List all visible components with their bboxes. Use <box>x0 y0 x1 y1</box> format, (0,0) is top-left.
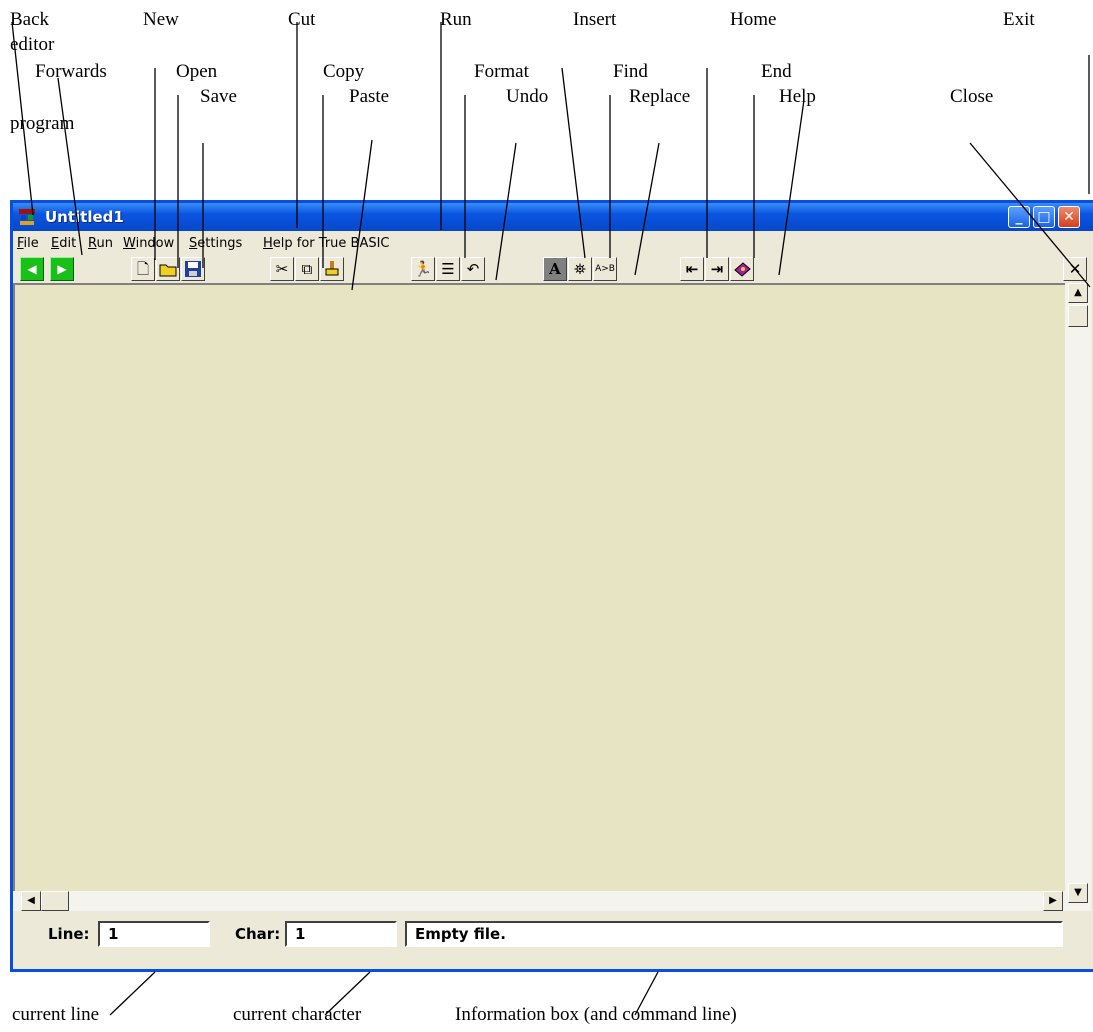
scroll-left-button[interactable]: ◀ <box>21 891 41 911</box>
new-file-icon: 🗋 <box>136 260 150 278</box>
annotation-program: program <box>10 113 75 134</box>
insert-letter-icon: A <box>549 260 561 278</box>
arrow-right-icon: ▶ <box>1049 895 1057 906</box>
close-x-icon: ✕ <box>1063 209 1075 225</box>
toolbar: ◀ ▶ 🗋 ✂ ⧉ 🏃 ☰ ↶ A ⛯ A>B ⇤ ⇥ ✕ <box>13 256 1093 282</box>
arrow-left-icon: ◀ <box>27 895 35 906</box>
back-icon: ◀ <box>27 262 37 276</box>
undo-button[interactable]: ↶ <box>461 257 485 281</box>
true-basic-app-icon <box>19 209 35 225</box>
menu-file[interactable]: File <box>17 236 39 251</box>
open-button[interactable] <box>156 257 180 281</box>
information-box[interactable]: Empty file. <box>405 921 1063 947</box>
annotation-cut: Cut <box>288 9 316 30</box>
annotation-insert: Insert <box>573 9 617 30</box>
close-document-button[interactable]: ✕ <box>1063 257 1087 281</box>
format-lines-icon: ☰ <box>441 260 455 278</box>
menu-help[interactable]: Help for True BASIC <box>263 236 390 251</box>
exit-button[interactable]: ✕ <box>1058 206 1080 228</box>
menu-run[interactable]: Run <box>88 236 113 251</box>
annotation-close: Close <box>950 86 994 107</box>
menu-window[interactable]: Window <box>123 236 174 251</box>
replace-button[interactable]: A>B <box>593 257 617 281</box>
annotation-new: New <box>143 9 179 30</box>
horizontal-scrollbar[interactable]: ◀ ▶ <box>13 891 1065 911</box>
copy-pages-icon: ⧉ <box>301 260 313 278</box>
annotation-back: Back <box>10 9 50 30</box>
menu-settings[interactable]: Settings <box>189 236 242 251</box>
paste-brush-icon <box>325 261 339 276</box>
program-editor-area[interactable] <box>13 283 1065 891</box>
annotation-run: Run <box>440 9 472 30</box>
annotation-home: Home <box>730 9 777 30</box>
annotation-undo: Undo <box>506 86 549 107</box>
menu-edit[interactable]: Edit <box>51 236 76 251</box>
forward-button[interactable]: ▶ <box>50 257 74 281</box>
home-button[interactable]: ⇤ <box>680 257 704 281</box>
back-button[interactable]: ◀ <box>20 257 44 281</box>
end-button[interactable]: ⇥ <box>705 257 729 281</box>
vertical-scroll-thumb[interactable] <box>1068 305 1088 327</box>
paste-button[interactable] <box>320 257 344 281</box>
maximize-button[interactable]: □ <box>1033 206 1055 228</box>
binoculars-icon: ⛯ <box>573 260 586 278</box>
format-button[interactable]: ☰ <box>436 257 460 281</box>
find-button[interactable]: ⛯ <box>568 257 592 281</box>
annotation-paste: Paste <box>349 86 390 107</box>
insert-button[interactable]: A <box>543 257 567 281</box>
annotation-current-line: current line <box>12 1004 100 1025</box>
annotation-exit: Exit <box>1003 9 1035 30</box>
menu-bar: File Edit Run Window Settings Help for T… <box>13 233 1093 255</box>
status-bar: Line: 1 Char: 1 Empty file. <box>13 911 1093 971</box>
annotation-end: End <box>761 61 792 82</box>
save-disk-icon <box>185 261 201 277</box>
maximize-icon: □ <box>1037 209 1051 225</box>
close-document-icon: ✕ <box>1068 260 1082 278</box>
annotation-information-box: Information box (and command line) <box>455 1004 737 1025</box>
annotation-copy: Copy <box>323 61 365 82</box>
end-arrow-icon: ⇥ <box>710 260 724 278</box>
char-label: Char: <box>235 925 281 943</box>
forward-icon: ▶ <box>57 262 67 276</box>
current-character-field[interactable]: 1 <box>285 921 397 947</box>
annotation-open: Open <box>176 61 218 82</box>
annotation-forwards: Forwards <box>35 61 107 82</box>
line-label: Line: <box>48 925 90 943</box>
annotation-help: Help <box>779 86 816 107</box>
scroll-up-button[interactable]: ▲ <box>1068 283 1088 303</box>
window-title: Untitled1 <box>45 208 124 226</box>
current-line-field[interactable]: 1 <box>98 921 210 947</box>
arrow-up-icon: ▲ <box>1074 287 1082 298</box>
horizontal-scroll-thumb[interactable] <box>41 891 69 911</box>
arrow-down-icon: ▼ <box>1074 887 1082 898</box>
annotation-replace: Replace <box>629 86 691 107</box>
title-bar[interactable]: Untitled1 _ □ ✕ <box>13 203 1093 231</box>
run-button[interactable]: 🏃 <box>411 257 435 281</box>
minimize-button[interactable]: _ <box>1008 206 1030 228</box>
home-arrow-icon: ⇤ <box>685 260 699 278</box>
save-button[interactable] <box>181 257 205 281</box>
annotation-save: Save <box>200 86 237 107</box>
help-book-icon <box>734 262 751 277</box>
minimize-icon: _ <box>1015 209 1023 225</box>
copy-button[interactable]: ⧉ <box>295 257 319 281</box>
help-button[interactable] <box>730 257 754 281</box>
running-man-icon: 🏃 <box>413 260 433 278</box>
new-button[interactable]: 🗋 <box>131 257 155 281</box>
annotation-format: Format <box>474 61 529 82</box>
annotation-find: Find <box>613 61 648 82</box>
scroll-down-button[interactable]: ▼ <box>1068 883 1088 903</box>
editor-window: Untitled1 _ □ ✕ File Edit Run Window Set… <box>10 200 1093 972</box>
undo-arrow-icon: ↶ <box>466 260 480 278</box>
vertical-scrollbar[interactable]: ▲ ▼ <box>1065 283 1091 911</box>
annotation-current-character: current character <box>233 1004 362 1025</box>
annotation-editor: editor <box>10 34 55 55</box>
open-folder-icon <box>159 264 177 277</box>
cut-button[interactable]: ✂ <box>270 257 294 281</box>
replace-icon: A>B <box>595 264 615 274</box>
scissors-icon: ✂ <box>275 260 289 278</box>
scroll-right-button[interactable]: ▶ <box>1043 891 1063 911</box>
